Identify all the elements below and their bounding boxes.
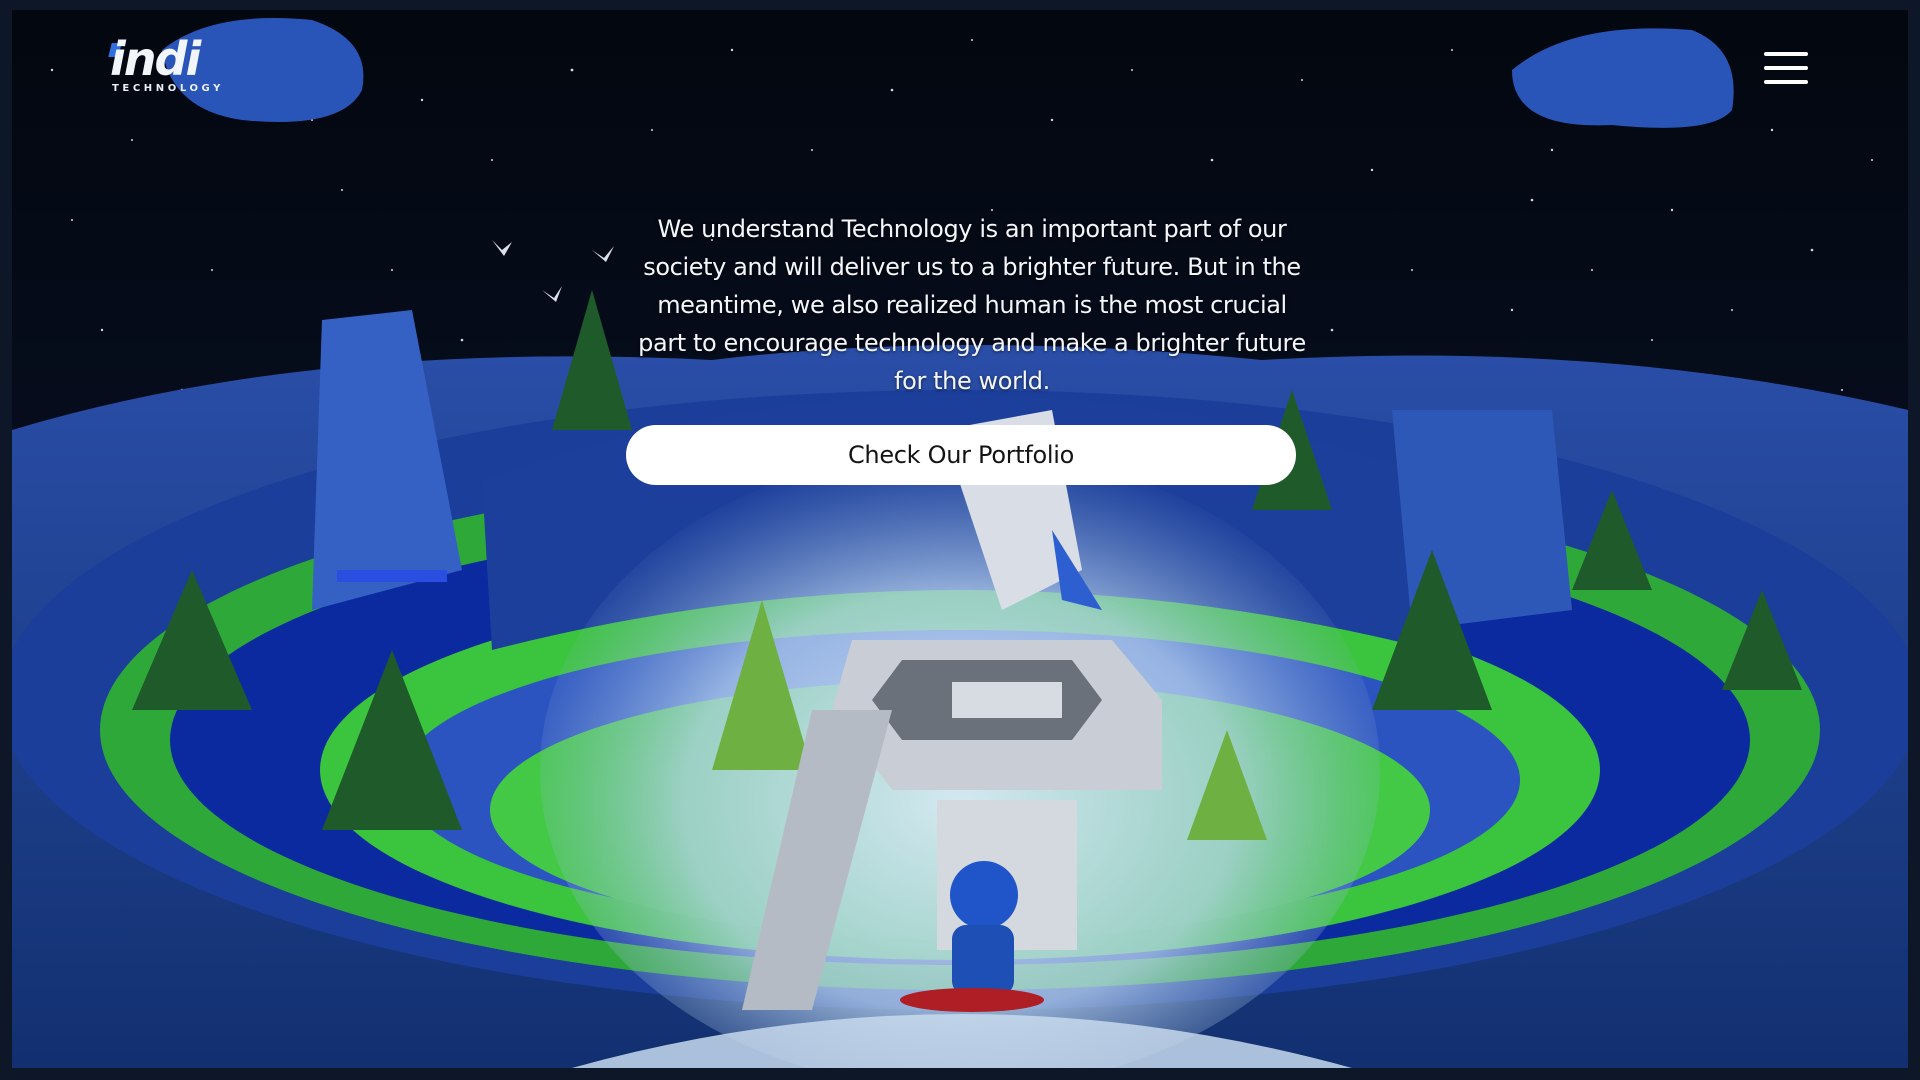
brand-logo[interactable]: indi TECHNOLOGY [108, 32, 230, 97]
hero-viewport: indi TECHNOLOGY We understand Technology… [12, 10, 1908, 1068]
hero-section: We understand Technology is an important… [632, 210, 1312, 400]
launch-pad-center [952, 682, 1062, 718]
island-scene-background [12, 10, 1908, 1068]
logo-tagline: TECHNOLOGY [112, 83, 224, 94]
tower-left-stripe [337, 570, 447, 582]
page-frame: indi TECHNOLOGY We understand Technology… [0, 0, 1920, 1080]
hero-description: We understand Technology is an important… [638, 215, 1306, 395]
character-body [952, 925, 1014, 995]
menu-bar-bottom [1764, 80, 1808, 84]
check-portfolio-button[interactable]: Check Our Portfolio [626, 425, 1296, 485]
hamburger-menu-icon[interactable] [1762, 48, 1810, 88]
character-head [950, 861, 1018, 929]
menu-bar-middle [1764, 66, 1808, 70]
logo-wordmark: indi [110, 32, 201, 86]
menu-bar-top [1764, 52, 1808, 56]
snowboard [900, 988, 1044, 1012]
